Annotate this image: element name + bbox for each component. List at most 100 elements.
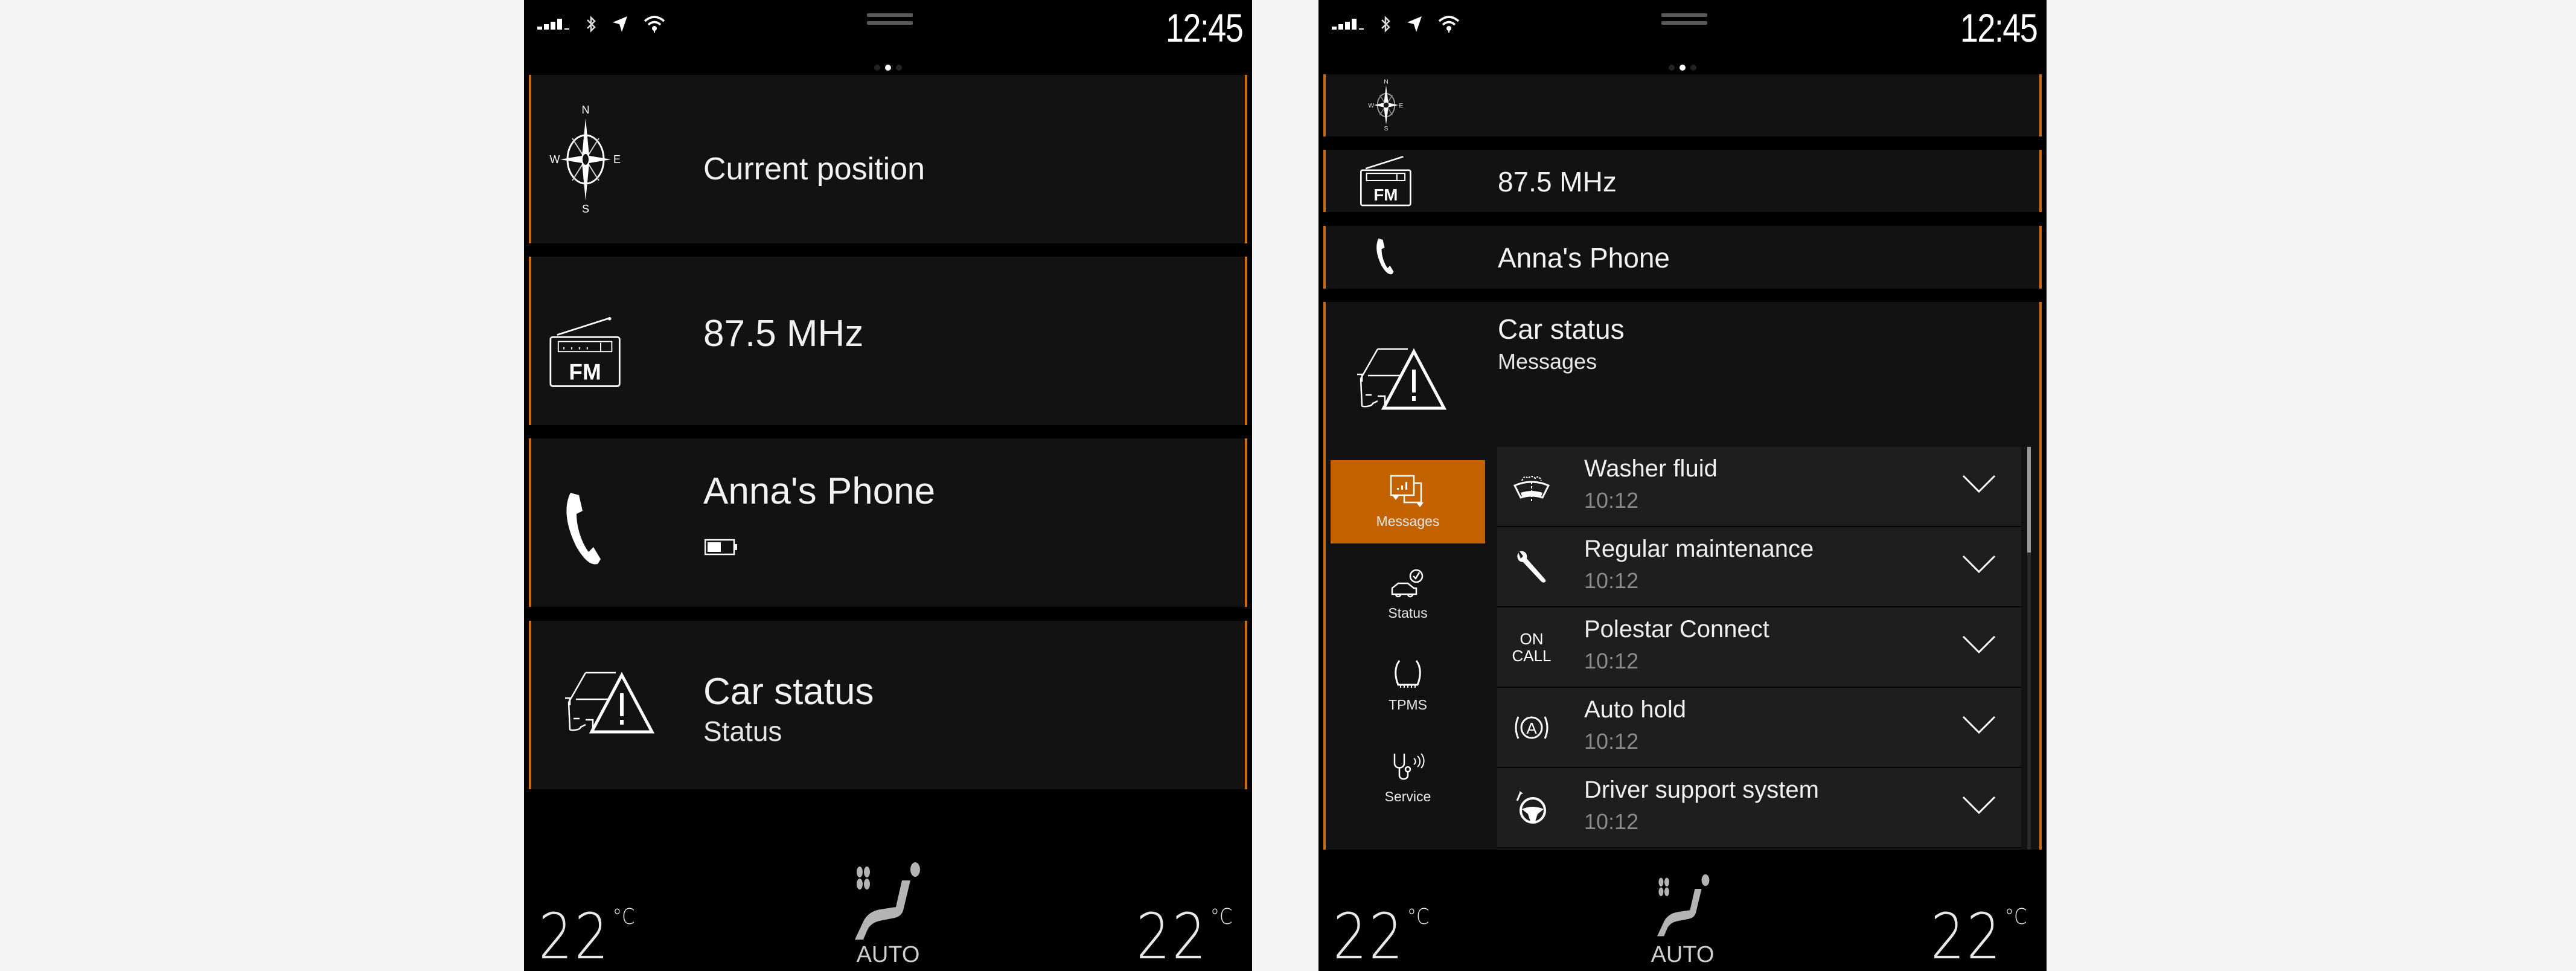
phone-name: Anna's Phone [703, 470, 936, 512]
tire-pressure-icon [1395, 659, 1421, 688]
tab-messages[interactable]: Messages [1331, 460, 1485, 543]
svg-text:W: W [550, 153, 560, 165]
page-dot[interactable] [1669, 65, 1675, 71]
chevron-down-icon[interactable] [1962, 796, 1996, 815]
chevron-down-icon[interactable] [1962, 716, 1996, 735]
phone-icon [1353, 236, 1419, 278]
washer-fluid-icon [1509, 463, 1554, 511]
home-screen-overview: 12:45 N S W E Current position FM 87.5 M… [524, 0, 1252, 971]
page-dot[interactable] [874, 65, 880, 71]
message-title: Washer fluid [1584, 455, 1718, 482]
climate-bar: 22 °C AUTO 22 °C [524, 850, 1252, 971]
car-check-icon [1391, 569, 1424, 597]
page-dot[interactable] [896, 65, 902, 71]
pull-down-handle[interactable] [1661, 13, 1707, 29]
svg-text:FM: FM [1373, 185, 1398, 204]
navigation-title: Current position [703, 152, 925, 187]
passenger-temperature[interactable]: 22 °C [1136, 900, 1232, 971]
bluetooth-icon [1381, 16, 1390, 33]
page-dot-active[interactable] [885, 65, 891, 71]
tab-label: TPMS [1389, 696, 1427, 713]
passenger-temperature[interactable]: 22 °C [1931, 900, 2027, 971]
tab-status[interactable]: Status [1331, 552, 1485, 635]
tab-service[interactable]: Service [1331, 735, 1485, 819]
message-time: 10:12 [1584, 488, 1639, 513]
car-status-tile[interactable]: Car status Status [529, 621, 1247, 789]
car-status-subtitle: Status [703, 716, 782, 747]
car-status-subtitle: Messages [1498, 349, 1597, 374]
phone-icon [549, 475, 622, 583]
page-indicator [1318, 65, 2047, 71]
svg-text:A: A [1526, 719, 1537, 737]
location-icon [1407, 16, 1422, 32]
radio-frequency: 87.5 MHz [703, 313, 864, 354]
page-indicator [524, 65, 1252, 71]
svg-text:E: E [1399, 102, 1403, 109]
message-list-scrollbar[interactable] [2027, 447, 2031, 850]
svg-text:E: E [613, 153, 621, 165]
status-bar-icons [537, 12, 665, 36]
chevron-down-icon[interactable] [1962, 555, 1996, 574]
radio-tile[interactable]: FM 87.5 MHz [529, 257, 1247, 425]
status-bar-icons [1332, 12, 1460, 36]
signal-icon [1332, 19, 1364, 30]
svg-text:FM: FM [569, 359, 601, 384]
fan-seat-icon[interactable] [1648, 867, 1720, 940]
phone-tile[interactable]: Anna's Phone [529, 438, 1247, 607]
tab-label: Messages [1376, 513, 1440, 529]
car-warning-icon [561, 651, 658, 760]
fm-radio-icon: FM [1353, 156, 1419, 208]
phone-battery-icon [704, 539, 738, 559]
service-icon [1393, 752, 1425, 780]
message-row-auto-hold[interactable]: A Auto hold 10:12 [1497, 688, 2021, 768]
chevron-down-icon[interactable] [1962, 475, 1996, 494]
signal-icon [537, 19, 569, 30]
wifi-icon [644, 16, 665, 33]
message-time: 10:12 [1584, 809, 1639, 834]
message-row-washer-fluid[interactable]: Washer fluid 10:12 [1497, 447, 2021, 527]
page-dot[interactable] [1690, 65, 1696, 71]
compass-icon: N S W E [1353, 78, 1419, 132]
message-row-driver-support-system[interactable]: Driver support system 10:12 [1497, 768, 2021, 848]
message-time: 10:12 [1584, 729, 1639, 754]
navigation-tile[interactable]: N S W E [1323, 74, 2042, 136]
phone-tile[interactable]: Anna's Phone [1323, 226, 2042, 289]
message-time: 10:12 [1584, 568, 1639, 593]
svg-text:N: N [1384, 79, 1389, 86]
scrollbar-thumb[interactable] [2027, 447, 2031, 553]
chevron-down-icon[interactable] [1962, 635, 1996, 655]
auto-hold-icon: A [1509, 703, 1554, 752]
message-title: Polestar Connect [1584, 616, 1769, 643]
car-status-tabs: Messages Status TPMS Service [1331, 460, 1485, 827]
phone-name: Anna's Phone [1498, 242, 1670, 274]
message-row-polestar-connect[interactable]: ON CALL Polestar Connect 10:12 [1497, 607, 2021, 688]
tab-label: Service [1384, 788, 1431, 804]
radio-frequency: 87.5 MHz [1498, 166, 1617, 197]
message-title: Regular maintenance [1584, 536, 1814, 562]
car-status-title: Car status [703, 671, 874, 713]
wifi-icon [1438, 16, 1460, 33]
clock: 12:45 [1960, 5, 2038, 50]
tab-label: Status [1388, 604, 1428, 621]
svg-text:N: N [582, 105, 590, 116]
page-dot-active[interactable] [1680, 65, 1686, 71]
car-status-tile-expanded: Car status Messages Messages Status TPMS… [1323, 302, 2042, 850]
messages-icon [1390, 475, 1424, 507]
car-warning-icon [1354, 345, 1450, 418]
on-call-icon: ON CALL [1512, 630, 1552, 665]
pull-down-handle[interactable] [867, 13, 913, 29]
message-time: 10:12 [1584, 649, 1639, 673]
tab-tpms[interactable]: TPMS [1331, 644, 1485, 727]
svg-text:W: W [1368, 102, 1374, 109]
car-status-title: Car status [1498, 313, 1625, 345]
bluetooth-icon [587, 16, 596, 33]
navigation-tile[interactable]: N S W E Current position [529, 75, 1247, 243]
fm-radio-icon: FM [549, 299, 622, 408]
message-row-regular-maintenance[interactable]: Regular maintenance 10:12 [1497, 527, 2021, 607]
fan-seat-icon[interactable] [843, 856, 933, 941]
message-list[interactable]: Washer fluid 10:12 Regular maintenance 1… [1497, 447, 2021, 850]
radio-tile[interactable]: FM 87.5 MHz [1323, 150, 2042, 212]
steering-wheel-icon [1509, 784, 1554, 832]
climate-bar: 22 °C AUTO 22 °C [1318, 850, 2047, 971]
location-icon [613, 16, 627, 32]
